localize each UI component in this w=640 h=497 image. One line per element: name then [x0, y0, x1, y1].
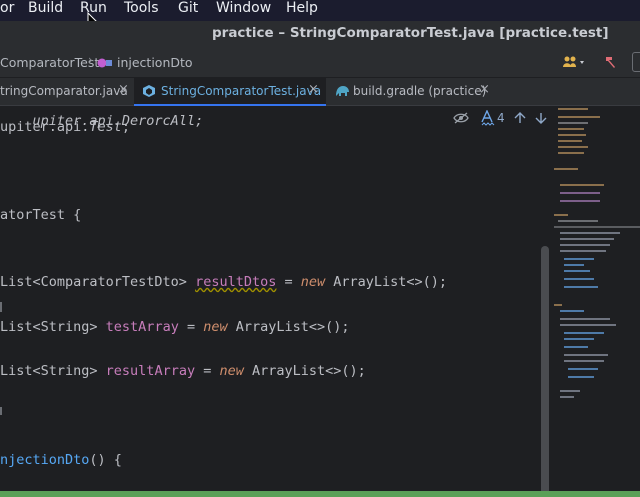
toolbar-button[interactable]	[632, 52, 640, 72]
close-icon[interactable]: ×	[308, 82, 319, 97]
menu-item-tools[interactable]: Tools	[124, 0, 159, 21]
tab-label: StringComparatorTest.java	[161, 84, 322, 98]
hammer-icon[interactable]	[603, 54, 617, 68]
gutter-marker	[0, 302, 2, 312]
menu-bar: or Build Run Tools Git Window Help	[0, 0, 640, 30]
code-line-field-result-dtos: List<ComparatorTestDto> resultDtos = new…	[0, 274, 448, 290]
typo-icon[interactable]	[481, 110, 495, 126]
menu-item-window[interactable]: Window	[216, 0, 271, 21]
tab-label: tringComparator.java	[0, 84, 128, 98]
inspection-count: 4	[497, 111, 505, 125]
code-line-method: njectionDto() {	[0, 452, 122, 468]
breadcrumb-method[interactable]: injectionDto	[117, 55, 193, 70]
editor-tab-bar: tringComparator.java × StringComparatorT…	[0, 78, 640, 106]
tab-build-gradle[interactable]: build.gradle (practice) ×	[330, 78, 500, 105]
menu-item-editor[interactable]: or	[0, 0, 14, 21]
method-icon	[97, 58, 112, 68]
tab-label: build.gradle (practice)	[353, 84, 487, 98]
tab-string-comparator[interactable]: tringComparator.java ×	[0, 78, 132, 105]
arrow-down-icon[interactable]	[535, 112, 547, 124]
gutter-marker	[0, 407, 2, 415]
menu-item-git[interactable]: Git	[178, 0, 198, 21]
code-line-field-result-array: List<String> resultArray = new ArrayList…	[0, 363, 366, 379]
close-icon[interactable]: ×	[118, 82, 129, 97]
code-editor[interactable]: upiter.api.DerorcAll; upiter.api.Test; a…	[0, 106, 550, 491]
eye-crossed-icon[interactable]	[453, 112, 469, 124]
arrow-up-icon[interactable]	[514, 112, 526, 124]
chevron-right-icon: ›	[88, 53, 93, 67]
users-icon[interactable]	[562, 56, 588, 68]
java-class-icon	[143, 85, 155, 97]
menu-item-build[interactable]: Build	[28, 0, 63, 21]
minimap[interactable]	[550, 106, 640, 491]
code-line-import-2: upiter.api.Test;	[0, 119, 131, 135]
code-line-class: atorTest {	[0, 207, 82, 223]
gradle-elephant-icon	[336, 86, 349, 96]
tab-string-comparator-test[interactable]: StringComparatorTest.java ×	[134, 78, 326, 106]
breadcrumb-class[interactable]: ComparatorTest	[0, 55, 99, 70]
menu-item-help[interactable]: Help	[286, 0, 318, 21]
navigation-bar: ComparatorTest › injectionDto	[0, 47, 640, 78]
title-bar: practice – StringComparatorTest.java [pr…	[0, 21, 640, 47]
editor-scrollbar[interactable]	[541, 246, 549, 496]
code-line-field-test-array: List<String> testArray = new ArrayList<>…	[0, 319, 350, 335]
close-icon[interactable]: ×	[479, 82, 490, 97]
window-title: practice – StringComparatorTest.java [pr…	[212, 25, 609, 41]
status-bar	[0, 491, 640, 497]
